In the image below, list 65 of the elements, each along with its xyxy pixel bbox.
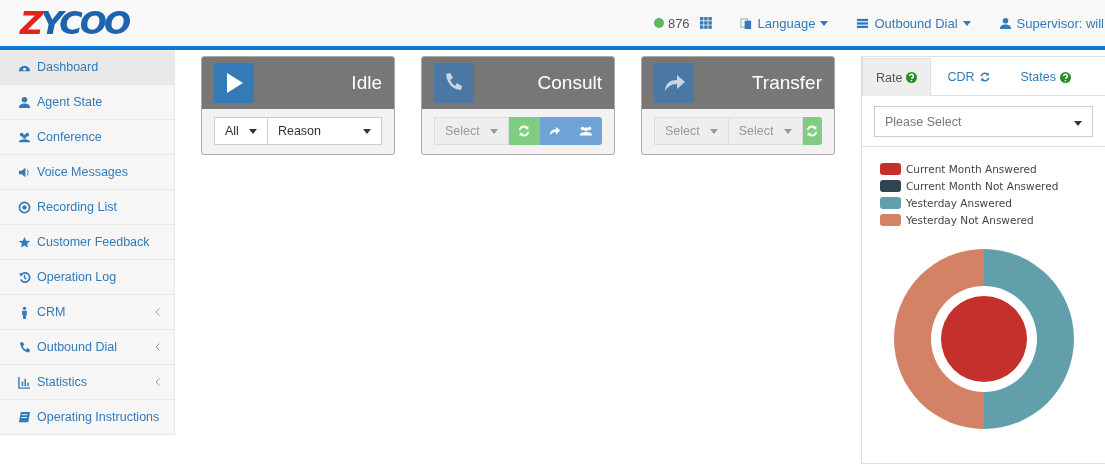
phone-button[interactable] [434,63,474,103]
caret-icon [820,20,829,26]
panel-tab[interactable]: States [1006,58,1085,95]
sidebar-icon [18,200,31,214]
caret-icon [962,20,971,26]
legend-label: Current Month Not Answered [906,180,1059,192]
nav-menu[interactable]: Language [739,15,829,31]
sidebar-item[interactable]: Statistics [0,365,174,400]
caret-icon [783,128,792,134]
sidebar-item[interactable]: Conference [0,120,174,155]
legend-label: Current Month Answered [906,163,1037,175]
sidebar-item[interactable]: Agent State [0,85,174,120]
sidebar-icon [18,235,31,249]
refresh-icon [978,71,991,83]
sidebar-item[interactable]: Operation Log [0,260,174,295]
sidebar-item[interactable]: Customer Feedback [0,225,174,260]
refresh-icon [517,124,532,138]
caret-icon [489,128,498,134]
sidebar-item[interactable]: Recording List [0,190,174,225]
dropdown[interactable]: Reason [267,117,382,145]
chevron-icon [155,343,160,351]
users-icon [579,124,594,138]
sidebar-icon [18,130,31,144]
legend-label: Yesterday Answered [906,197,1012,209]
card-title: Idle [351,72,382,94]
card-title: Transfer [751,72,822,94]
list-icon [856,16,870,30]
panel-tab[interactable]: Rate [862,58,932,96]
select-field[interactable]: Please Select [874,106,1093,137]
sidebar-item[interactable]: CRM [0,295,174,330]
sidebar-item[interactable]: Voice Messages [0,155,174,190]
nav-menu[interactable]: Supervisor: will [998,15,1105,31]
play-button[interactable] [214,63,254,103]
sidebar-icon [18,95,31,109]
card-title: Consult [537,72,602,94]
caret-icon [1074,120,1082,126]
chevron-icon [155,378,160,386]
legend-label: Yesterday Not Answered [906,214,1034,226]
sidebar-icon [18,270,31,284]
panel-tab[interactable]: CDR [933,58,1005,95]
brand-logo[interactable]: ZYCOO [20,7,129,39]
refresh-icon [805,124,820,138]
sidebar-icon [18,375,31,389]
help-icon [1059,71,1071,83]
refresh-button[interactable] [508,117,540,145]
forward-button[interactable] [654,63,694,103]
caret-icon [363,128,371,134]
caret-icon [709,128,718,134]
extension-number: 876 [667,15,690,31]
sidebar-item[interactable]: Operating Instructions [0,400,174,435]
forward-button[interactable] [539,117,571,145]
grid-icon[interactable] [699,17,712,29]
user-icon [998,16,1012,30]
translate-icon [739,16,753,30]
caret-icon [248,128,257,134]
nav-menu[interactable]: Outbound Dial [856,15,971,31]
chevron-icon [155,308,160,316]
sidebar-item[interactable]: Dashboard [0,50,174,85]
help-icon [906,72,918,83]
sidebar-icon [18,340,31,354]
group-button[interactable] [570,117,602,145]
sidebar-icon [18,410,31,424]
dropdown[interactable]: All [214,117,268,145]
refresh-button[interactable] [802,117,822,145]
sidebar-item[interactable]: Outbound Dial [0,330,174,365]
